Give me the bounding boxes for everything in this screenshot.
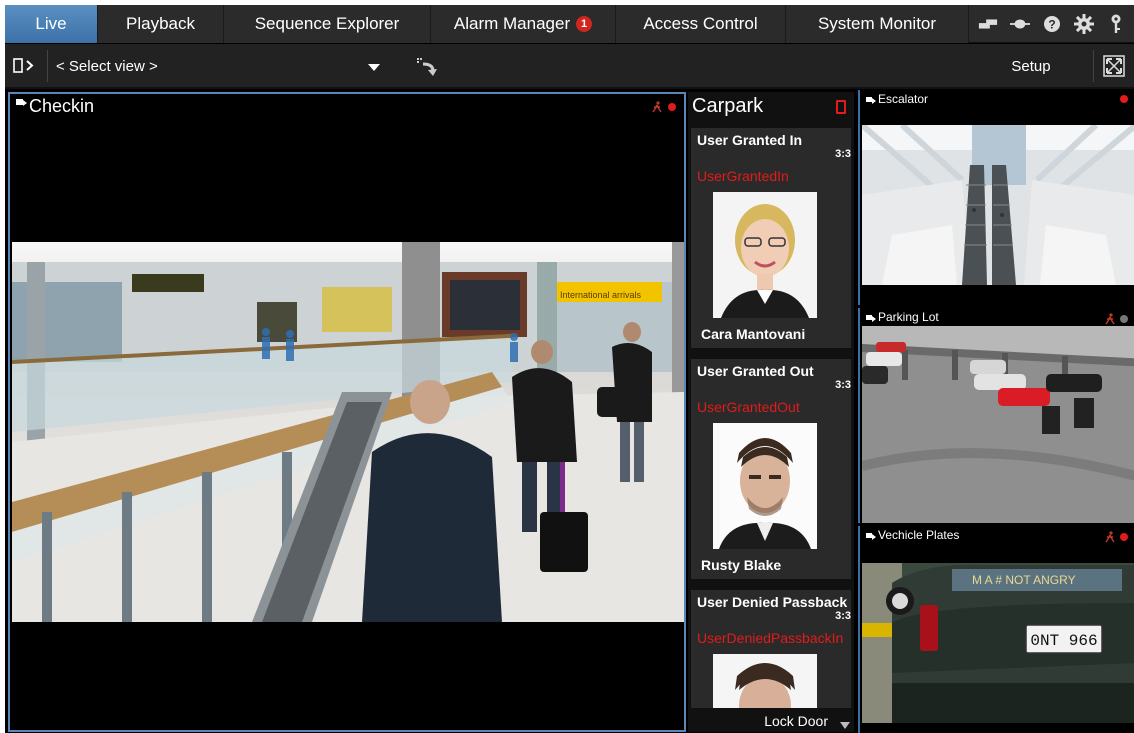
- camera-title-text: Parking Lot: [878, 310, 939, 324]
- motion-icon: [1105, 313, 1115, 325]
- camera-icon: [16, 98, 27, 106]
- camera-title-text: Checkin: [29, 96, 95, 116]
- access-event-card[interactable]: User Granted Out 3:3 UserGrantedOut Rust…: [691, 359, 851, 579]
- tab-label: Playback: [126, 14, 195, 33]
- event-title: User Denied Passback: [697, 594, 848, 610]
- event-code: UserDeniedPassbackIn: [697, 630, 844, 646]
- camera-status: [652, 101, 676, 113]
- camera-feed-checkin: International arrivals: [12, 242, 684, 622]
- recording-indicator: [668, 103, 676, 111]
- camera-tile-escalator[interactable]: Escalator: [858, 90, 1134, 305]
- main-nav: Live Playback Sequence Explorer Alarm Ma…: [5, 5, 1134, 43]
- panel-toggle-icon[interactable]: [13, 56, 37, 76]
- camera-tile-parking-lot[interactable]: Parking Lot: [858, 308, 1134, 523]
- camera-feed-escalator: [862, 125, 1134, 285]
- tab-label: Alarm Manager: [453, 14, 571, 33]
- view-toolbar: < Select view > Setup: [5, 44, 1134, 89]
- camera-title: Escalator: [866, 92, 928, 106]
- scene-sign-arrivals: International arrivals: [560, 290, 642, 300]
- access-event-card[interactable]: User Granted In 3:3 UserGrantedIn Cara M…: [691, 128, 851, 348]
- camera-title: Parking Lot: [866, 310, 939, 324]
- tab-label: System Monitor: [817, 14, 937, 33]
- access-panel-title-text: Carpark: [692, 94, 764, 117]
- lock-door-label: Lock Door: [764, 713, 828, 729]
- cardholder-photo: [713, 423, 817, 549]
- event-code: UserGrantedOut: [697, 399, 800, 415]
- camera-tile-checkin[interactable]: Checkin International arrivals: [8, 92, 686, 732]
- event-time: 3:3: [835, 379, 851, 391]
- view-select[interactable]: < Select view >: [47, 50, 381, 82]
- settings-icon[interactable]: [1074, 14, 1094, 34]
- camera-icon: [866, 96, 876, 104]
- camera-feed-vehicle-plates: M A # NOT ANGRY 0NT 966: [862, 563, 1134, 723]
- camera-status: [1120, 95, 1128, 103]
- alarm-count-badge: 1: [576, 16, 593, 32]
- fullscreen-icon[interactable]: [1103, 55, 1125, 77]
- event-time: 3:3: [835, 148, 851, 160]
- setup-button[interactable]: Setup: [1006, 52, 1056, 80]
- lock-door-dropdown[interactable]: Lock Door: [688, 710, 854, 732]
- camera-title-text: Vechicle Plates: [878, 528, 960, 542]
- key-icon[interactable]: [1106, 14, 1126, 34]
- access-event-card[interactable]: User Denied Passback 3:3 UserDeniedPassb…: [691, 590, 851, 708]
- event-time: 3:3: [835, 610, 851, 622]
- toolbar-divider: [1093, 50, 1094, 82]
- camera-feed-parking-lot: [862, 326, 1134, 523]
- tab-live[interactable]: Live: [5, 5, 98, 43]
- tab-alarm-manager[interactable]: Alarm Manager 1: [431, 5, 616, 43]
- access-event-panel: Carpark User Granted In 3:3 UserGrantedI…: [688, 92, 854, 732]
- app-window: Live Playback Sequence Explorer Alarm Ma…: [5, 5, 1134, 733]
- scene-sticker-text: M A # NOT ANGRY: [972, 573, 1076, 587]
- svg-text:?: ?: [1048, 18, 1055, 32]
- camera-icon: [866, 314, 876, 322]
- camera-title: Vechicle Plates: [866, 528, 959, 542]
- connection-icon[interactable]: [1010, 14, 1030, 34]
- camera-title-text: Escalator: [878, 92, 929, 106]
- motion-icon: [1105, 531, 1115, 543]
- tab-system-monitor[interactable]: System Monitor: [786, 5, 969, 43]
- door-icon: [836, 100, 846, 114]
- network-icon[interactable]: [978, 14, 998, 34]
- camera-icon: [866, 532, 876, 540]
- chevron-down-icon: [840, 717, 850, 729]
- tab-sequence-explorer[interactable]: Sequence Explorer: [224, 5, 431, 43]
- motion-icon: [652, 101, 662, 113]
- tab-playback[interactable]: Playback: [98, 5, 224, 43]
- license-plate-text: 0NT 966: [1030, 632, 1097, 650]
- tab-label: Sequence Explorer: [254, 14, 400, 33]
- tab-access-control[interactable]: Access Control: [616, 5, 786, 43]
- tab-label: Access Control: [643, 14, 758, 33]
- recording-indicator: [1120, 533, 1128, 541]
- event-title: User Granted Out: [697, 363, 814, 379]
- recording-indicator: [1120, 315, 1128, 323]
- help-icon[interactable]: ?: [1042, 14, 1062, 34]
- event-title: User Granted In: [697, 132, 803, 148]
- camera-status: [1105, 531, 1128, 543]
- access-panel-title: Carpark: [688, 92, 854, 120]
- camera-tile-vehicle-plates[interactable]: Vechicle Plates M A # NOT ANGRY 0NT 966: [858, 526, 1134, 733]
- chevron-down-icon: [367, 60, 381, 74]
- view-select-value: < Select view >: [56, 57, 158, 75]
- recording-indicator: [1120, 95, 1128, 103]
- cardholder-name: Cara Mantovani: [701, 326, 806, 342]
- camera-title: Checkin: [16, 96, 94, 117]
- cardholder-name: Rusty Blake: [701, 557, 782, 573]
- cardholder-photo: [713, 192, 817, 318]
- undo-icon[interactable]: [415, 56, 439, 78]
- camera-status: [1105, 313, 1128, 325]
- system-icons: ?: [978, 5, 1126, 43]
- tab-label: Live: [35, 14, 67, 33]
- cardholder-photo: [713, 654, 817, 708]
- view-grid: Checkin International arrivals Carpark U…: [5, 90, 1134, 733]
- event-code: UserGrantedIn: [697, 168, 789, 184]
